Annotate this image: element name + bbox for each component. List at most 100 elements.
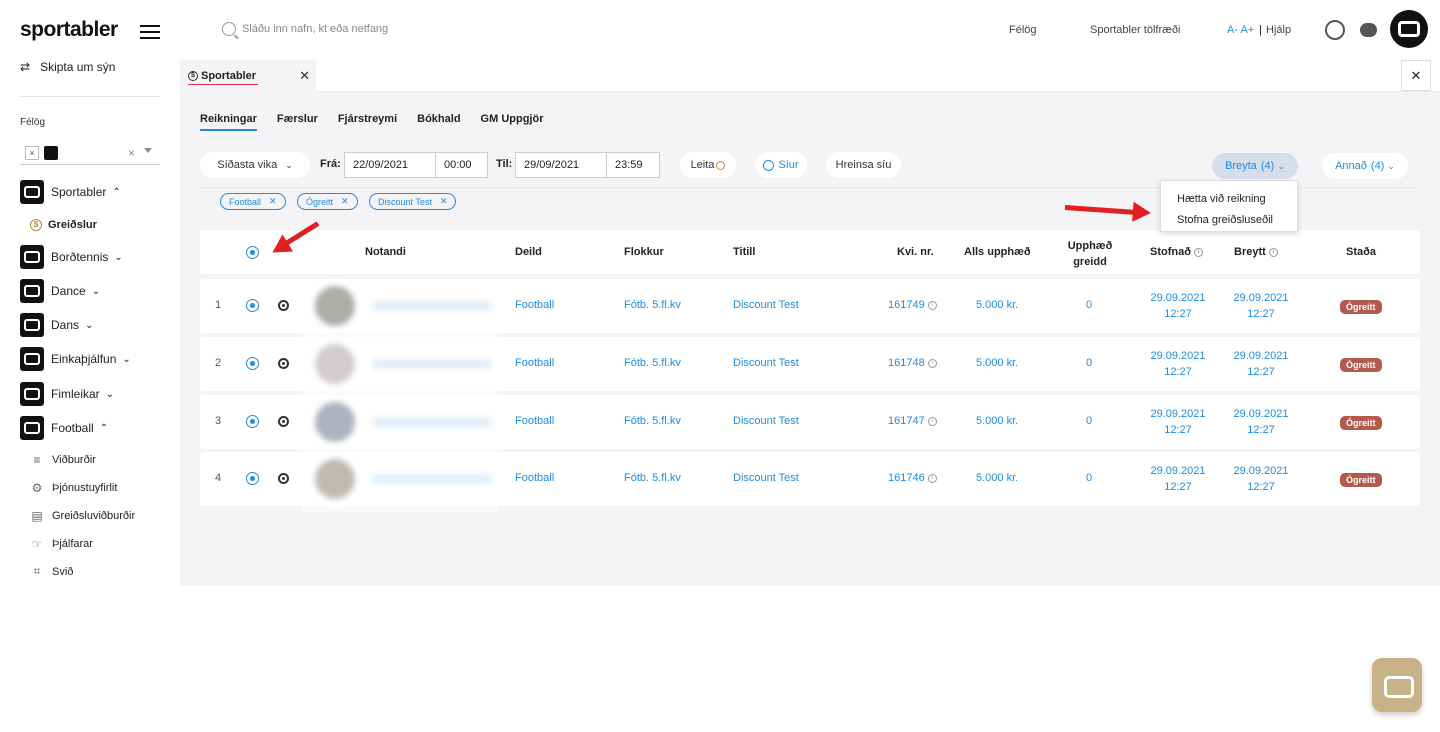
subnav-reikningar[interactable]: Reikningar (200, 113, 257, 131)
column-flokkur[interactable]: Flokkur (624, 246, 664, 258)
cell-alls[interactable]: 5.000 kr. (976, 415, 1018, 427)
gear-icon[interactable] (278, 300, 289, 311)
row-select-radio[interactable] (246, 299, 259, 312)
cell-titill[interactable]: Discount Test (733, 357, 799, 369)
sidebar-subitem-thjonustuyfirlit[interactable]: ⚙ Þjónustuyfirlit (30, 481, 118, 495)
filter-tag-ogreitt[interactable]: Ógreitt ✕ (297, 193, 358, 210)
annad-button[interactable]: Annað (4) ⌄ (1322, 153, 1408, 179)
tab-sportabler[interactable]: $ Sportabler ✕ (180, 60, 316, 92)
to-time-input[interactable]: 23:59 (606, 152, 660, 178)
search-input[interactable]: Sláðu inn nafn, kt eða netfang (242, 23, 388, 35)
globe-icon[interactable] (1325, 20, 1345, 40)
from-date-input[interactable]: 22/09/2021 (344, 152, 436, 178)
gear-icon[interactable] (278, 358, 289, 369)
help-link[interactable]: Hjálp (1266, 24, 1291, 36)
to-date-input[interactable]: 29/09/2021 (515, 152, 607, 178)
row-select-radio[interactable] (246, 472, 259, 485)
stats-link[interactable]: Sportabler tölfræði (1090, 24, 1181, 36)
search-button[interactable]: Leita (680, 152, 736, 178)
sidebar-item-greidslur[interactable]: $ Greiðslur (30, 219, 97, 231)
info-icon[interactable]: i (1268, 247, 1278, 257)
row-select-radio[interactable] (246, 357, 259, 370)
column-stofnad[interactable]: Stofnað i (1150, 246, 1203, 258)
clear-filters-button[interactable]: Hreinsa síu (826, 152, 901, 178)
menu-item-cancel-invoice[interactable]: Hætta við reikning (1177, 189, 1281, 210)
sidebar-item-sportabler[interactable]: Sportabler ⌃ (20, 180, 121, 204)
cell-titill[interactable]: Discount Test (733, 299, 799, 311)
cell-titill[interactable]: Discount Test (733, 415, 799, 427)
search-field[interactable]: Sláðu inn nafn, kt eða netfang (222, 22, 388, 36)
cell-deild[interactable]: Football (515, 299, 554, 311)
column-notandi[interactable]: Notandi (365, 246, 406, 258)
sidebar-item-football[interactable]: Football ⌃ (20, 416, 108, 440)
sidebar-item-einkathjalfun[interactable]: Einkaþjálfun ⌄ (20, 347, 131, 371)
close-icon[interactable]: ✕ (341, 196, 349, 207)
felog-select[interactable]: × × (20, 141, 160, 165)
switch-view-link[interactable]: ⇄ Skipta um sýn (20, 60, 115, 74)
sidebar-subitem-thjalfarar[interactable]: ☞ Þjálfarar (30, 537, 93, 551)
column-titill[interactable]: Titill (733, 246, 755, 258)
info-icon[interactable]: i (927, 416, 937, 426)
subnav-bokhald[interactable]: Bókhald (417, 113, 460, 131)
info-icon[interactable]: i (927, 358, 937, 368)
filter-tag-discount[interactable]: Discount Test ✕ (369, 193, 457, 210)
cell-kvi[interactable]: 161746 i (888, 472, 937, 484)
select-all-radio[interactable] (246, 246, 259, 259)
close-icon[interactable]: ✕ (299, 68, 310, 84)
user-avatar[interactable] (1390, 10, 1428, 48)
cell-flokkur[interactable]: Fótb. 5.fl.kv (624, 415, 681, 427)
column-kvi[interactable]: Kvi. nr. (897, 246, 934, 258)
cell-alls[interactable]: 5.000 kr. (976, 357, 1018, 369)
breyta-button[interactable]: Breyta (4) ⌄ (1212, 153, 1298, 179)
from-time-input[interactable]: 00:00 (435, 152, 488, 178)
sidebar-item-dance[interactable]: Dance ⌄ (20, 279, 100, 303)
close-icon[interactable]: ✕ (269, 196, 277, 207)
filter-tag-football[interactable]: Football ✕ (220, 193, 286, 210)
cell-deild[interactable]: Football (515, 357, 554, 369)
hamburger-menu-icon[interactable] (140, 25, 160, 39)
filters-button[interactable]: Síur (755, 152, 807, 178)
menu-item-create-payment-slip[interactable]: Stofna greiðsluseðil (1177, 210, 1281, 231)
cell-deild[interactable]: Football (515, 415, 554, 427)
period-select[interactable]: Síðasta vika ⌄ (200, 152, 310, 178)
sidebar-item-fimleikar[interactable]: Fimleikar ⌄ (20, 382, 114, 406)
sidebar-item-dans[interactable]: Dans ⌄ (20, 313, 93, 337)
cell-kvi[interactable]: 161749 i (888, 299, 937, 311)
column-breytt[interactable]: Breytt i (1234, 246, 1278, 258)
chat-icon[interactable] (1360, 23, 1377, 37)
column-upphaed[interactable]: Upphæð greidd (1066, 238, 1114, 270)
cell-deild[interactable]: Football (515, 472, 554, 484)
sidebar-subitem-greidsluvidburdir[interactable]: ▤ Greiðsluviðburðir (30, 509, 135, 523)
info-icon[interactable]: i (927, 473, 937, 483)
info-icon[interactable]: i (1193, 247, 1203, 257)
row-select-radio[interactable] (246, 415, 259, 428)
info-icon[interactable]: i (927, 300, 937, 310)
close-all-tabs-button[interactable]: ✕ (1401, 60, 1431, 91)
brand-logo[interactable]: sportabler (20, 18, 118, 42)
sidebar-subitem-svid[interactable]: ⌗ Svið (30, 564, 74, 579)
close-icon[interactable]: ✕ (440, 196, 448, 207)
column-deild[interactable]: Deild (515, 246, 542, 258)
cell-kvi[interactable]: 161747 i (888, 415, 937, 427)
felog-link[interactable]: Félög (1009, 24, 1037, 36)
cell-flokkur[interactable]: Fótb. 5.fl.kv (624, 299, 681, 311)
chip-remove-icon[interactable]: × (25, 146, 39, 160)
column-alls[interactable]: Alls upphæð (964, 246, 1031, 258)
sidebar-item-bordtennis[interactable]: Borðtennis ⌄ (20, 245, 123, 269)
subnav-faerslur[interactable]: Færslur (277, 113, 318, 131)
caret-down-icon[interactable] (144, 148, 152, 153)
font-size-toggle[interactable]: A- A+ (1227, 24, 1254, 36)
cell-flokkur[interactable]: Fótb. 5.fl.kv (624, 472, 681, 484)
subnav-fjarstreymi[interactable]: Fjárstreymi (338, 113, 397, 131)
clear-icon[interactable]: × (128, 146, 135, 160)
cell-alls[interactable]: 5.000 kr. (976, 472, 1018, 484)
cell-flokkur[interactable]: Fótb. 5.fl.kv (624, 357, 681, 369)
column-stada[interactable]: Staða (1346, 246, 1376, 258)
cell-titill[interactable]: Discount Test (733, 472, 799, 484)
gear-icon[interactable] (278, 473, 289, 484)
chat-widget-icon[interactable] (1372, 658, 1422, 712)
sidebar-subitem-vidburdir[interactable]: ≡ Viðburðir (30, 453, 95, 467)
cell-alls[interactable]: 5.000 kr. (976, 299, 1018, 311)
gear-icon[interactable] (278, 416, 289, 427)
subnav-gm-uppgjor[interactable]: GM Uppgjör (481, 113, 544, 131)
